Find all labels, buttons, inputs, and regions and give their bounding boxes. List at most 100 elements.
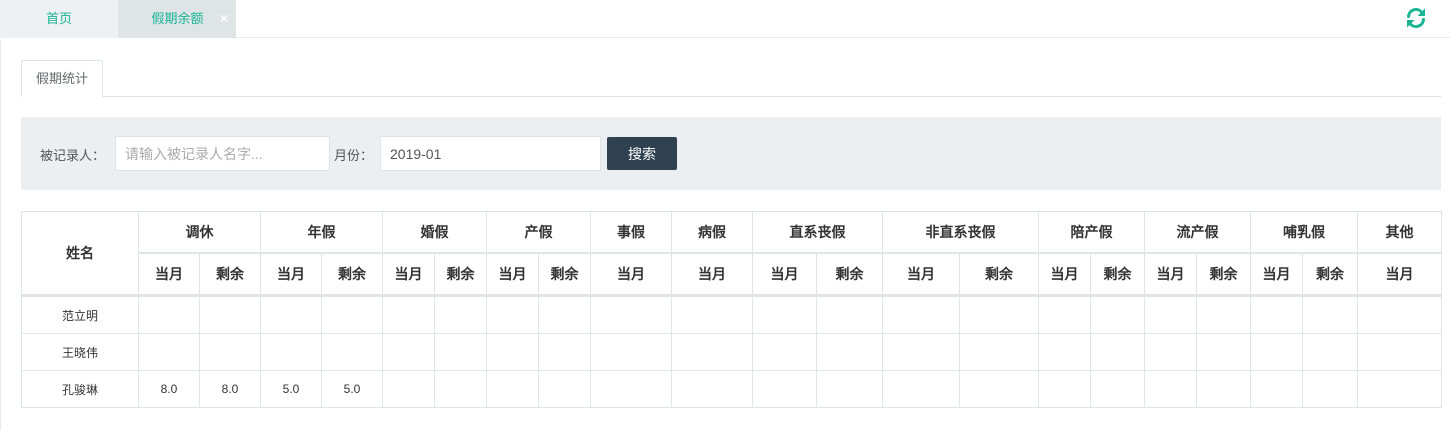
month-input[interactable] bbox=[380, 136, 601, 171]
table-cell bbox=[1144, 295, 1197, 334]
tab-divider bbox=[21, 96, 1441, 97]
sub-header-current: 当月 bbox=[138, 252, 200, 297]
table-cell bbox=[434, 370, 487, 408]
sub-header-current: 当月 bbox=[882, 252, 960, 297]
sub-header-current: 当月 bbox=[671, 252, 753, 297]
table-cell bbox=[138, 333, 200, 371]
table-cell bbox=[1250, 295, 1303, 334]
sub-header-remaining: 剩余 bbox=[1090, 252, 1145, 297]
table-cell bbox=[1302, 333, 1358, 371]
sub-header-current: 当月 bbox=[382, 252, 435, 297]
table-cell bbox=[1196, 333, 1251, 371]
table-row: 孔骏琳 8.0 8.0 5.0 5.0 bbox=[21, 370, 1442, 408]
sub-header-remaining: 剩余 bbox=[538, 252, 591, 297]
sub-header-current: 当月 bbox=[1038, 252, 1091, 297]
table-cell bbox=[1196, 295, 1251, 334]
table-cell bbox=[1196, 370, 1251, 408]
person-label: 被记录人： bbox=[40, 148, 106, 163]
sub-header-current: 当月 bbox=[1357, 252, 1442, 297]
sub-header-current: 当月 bbox=[590, 252, 672, 297]
left-border bbox=[0, 39, 1, 430]
table-cell bbox=[1144, 370, 1197, 408]
table-cell bbox=[959, 295, 1039, 334]
sub-header-remaining: 剩余 bbox=[816, 252, 883, 297]
table-cell: 5.0 bbox=[260, 370, 322, 408]
person-search-input[interactable] bbox=[115, 136, 330, 171]
month-label: 月份： bbox=[334, 148, 374, 163]
column-group-header: 年假 bbox=[260, 211, 383, 254]
sub-header-remaining: 剩余 bbox=[199, 252, 261, 297]
table-cell bbox=[816, 333, 883, 371]
table-cell bbox=[538, 370, 591, 408]
table-cell bbox=[486, 333, 539, 371]
table-cell bbox=[1090, 295, 1145, 334]
table-cell bbox=[260, 295, 322, 334]
close-icon[interactable]: × bbox=[217, 0, 231, 36]
table-cell bbox=[752, 333, 817, 371]
table-row: 范立明 bbox=[21, 295, 1442, 334]
row-name-cell: 王晓伟 bbox=[21, 333, 139, 371]
row-name-cell: 范立明 bbox=[21, 295, 139, 334]
tab-leave-statistics[interactable]: 假期统计 bbox=[21, 60, 103, 97]
table-cell bbox=[816, 370, 883, 408]
sub-header-remaining: 剩余 bbox=[1196, 252, 1251, 297]
table-cell bbox=[959, 333, 1039, 371]
table-cell: 5.0 bbox=[321, 370, 383, 408]
table-cell bbox=[1357, 333, 1442, 371]
table-row: 王晓伟 bbox=[21, 333, 1442, 371]
table-cell bbox=[138, 295, 200, 334]
table-cell bbox=[1038, 295, 1091, 334]
column-group-header: 陪产假 bbox=[1038, 211, 1145, 254]
column-group-header: 调休 bbox=[138, 211, 261, 254]
sub-header-current: 当月 bbox=[486, 252, 539, 297]
search-panel: 被记录人： 月份： 搜索 bbox=[21, 117, 1441, 190]
table-cell bbox=[199, 295, 261, 334]
table-cell bbox=[199, 333, 261, 371]
table-cell bbox=[816, 295, 883, 334]
refresh-icon[interactable] bbox=[1404, 6, 1428, 30]
tab-home[interactable]: 首页 bbox=[0, 0, 119, 38]
leave-table: 姓名 调休 年假 婚假 产假 事假 病假 直系丧假 非直系丧假 陪产假 流产假 … bbox=[21, 211, 1442, 408]
table-cell bbox=[382, 333, 435, 371]
table-cell bbox=[671, 370, 753, 408]
table-cell bbox=[1302, 295, 1358, 334]
table-cell bbox=[671, 295, 753, 334]
table-cell bbox=[1357, 370, 1442, 408]
column-header-name: 姓名 bbox=[21, 211, 139, 297]
table-cell bbox=[1250, 333, 1303, 371]
search-button[interactable]: 搜索 bbox=[607, 137, 677, 170]
column-group-header: 流产假 bbox=[1144, 211, 1251, 254]
table-cell bbox=[434, 333, 487, 371]
table-cell bbox=[882, 370, 960, 408]
sub-header-remaining: 剩余 bbox=[321, 252, 383, 297]
table-cell bbox=[382, 370, 435, 408]
table-cell bbox=[434, 295, 487, 334]
table-cell bbox=[321, 333, 383, 371]
table-cell bbox=[1250, 370, 1303, 408]
table-cell bbox=[882, 333, 960, 371]
column-group-header: 哺乳假 bbox=[1250, 211, 1358, 254]
tab-leave-balance-label: 假期余额 bbox=[151, 11, 204, 26]
table-cell bbox=[1144, 333, 1197, 371]
column-group-header: 病假 bbox=[671, 211, 753, 254]
table-cell: 8.0 bbox=[199, 370, 261, 408]
table-cell bbox=[959, 370, 1039, 408]
table-cell bbox=[538, 295, 591, 334]
sub-header-current: 当月 bbox=[752, 252, 817, 297]
sub-header-remaining: 剩余 bbox=[434, 252, 487, 297]
column-group-header: 事假 bbox=[590, 211, 672, 254]
sub-header-remaining: 剩余 bbox=[959, 252, 1039, 297]
table-cell bbox=[752, 295, 817, 334]
table-cell bbox=[1090, 370, 1145, 408]
table-cell bbox=[260, 333, 322, 371]
table-cell bbox=[486, 370, 539, 408]
table-cell bbox=[382, 295, 435, 334]
table-cell bbox=[1038, 370, 1091, 408]
table-cell bbox=[752, 370, 817, 408]
row-name-cell: 孔骏琳 bbox=[21, 370, 139, 408]
table-cell bbox=[538, 333, 591, 371]
column-group-header: 其他 bbox=[1357, 211, 1442, 254]
table-cell bbox=[882, 295, 960, 334]
tab-leave-balance[interactable]: 假期余额 × bbox=[119, 0, 236, 38]
table-cell bbox=[1302, 370, 1358, 408]
